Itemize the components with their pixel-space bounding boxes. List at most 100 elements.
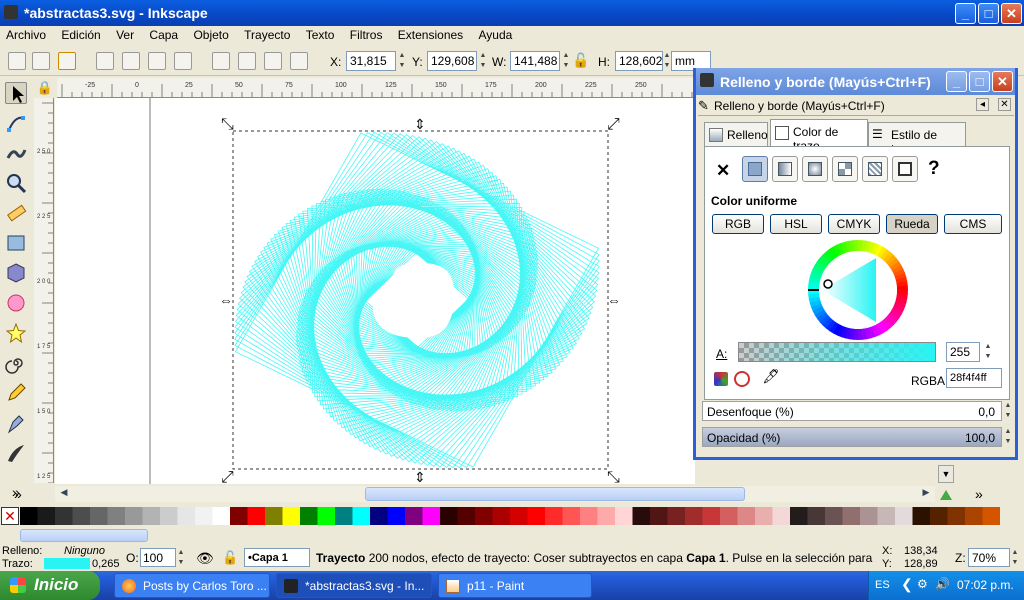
layer-lock-icon[interactable]: 🔓 — [222, 550, 238, 566]
select-all-icon[interactable] — [8, 52, 26, 70]
palette-swatch[interactable] — [440, 507, 458, 525]
flip-horizontal-icon[interactable] — [148, 52, 166, 70]
y-input[interactable]: 129,608 — [427, 51, 477, 71]
measure-tool-icon[interactable] — [5, 202, 27, 224]
rotate-cw-icon[interactable] — [122, 52, 140, 70]
raise-icon[interactable] — [238, 52, 256, 70]
color-wheel[interactable] — [806, 238, 910, 342]
palette-swatch[interactable] — [475, 507, 493, 525]
palette-swatch[interactable] — [195, 507, 213, 525]
x-spinner[interactable]: ▲ ▼ — [397, 51, 407, 71]
palette-swatch[interactable] — [842, 507, 861, 525]
out-of-gamut-icon[interactable] — [734, 371, 750, 387]
blur-slider[interactable]: Desenfoque (%) 0,0 — [702, 401, 1002, 421]
lock-icon[interactable]: 🔓 — [572, 52, 590, 70]
tab-estilo-de-trazo[interactable]: ☰ Estilo de trazo — [868, 122, 966, 156]
raise-to-top-icon[interactable] — [212, 52, 230, 70]
abstract-spiral-drawing[interactable]: ⤡ ⇕ ⤢ ⇔ ⇔ ⤢ ⇕ ⤡ — [55, 98, 695, 484]
flip-vertical-icon[interactable] — [174, 52, 192, 70]
palette-swatch[interactable] — [860, 507, 878, 525]
palette-swatch[interactable] — [807, 507, 826, 525]
zoom-input[interactable]: 70% — [968, 548, 1010, 567]
layer-visibility-eye-icon[interactable]: 👁 — [196, 550, 214, 567]
horizontal-scrollbar[interactable]: ◀ ▶ — [55, 486, 935, 502]
palette-swatch[interactable] — [335, 507, 353, 525]
palette-swatch[interactable] — [947, 507, 966, 525]
w-spinner[interactable]: ▲ ▼ — [561, 51, 571, 71]
palette-swatch[interactable] — [142, 507, 161, 525]
palette-swatch[interactable] — [615, 507, 633, 525]
pattern-button[interactable] — [862, 156, 888, 182]
menu-edicion[interactable]: Edición — [55, 26, 106, 44]
ruler-lock-icon[interactable]: 🔒 — [36, 80, 54, 98]
task-paint[interactable]: p11 - Paint — [438, 573, 592, 598]
rgba-input[interactable]: 28f4f4ff — [946, 368, 1002, 388]
zoom-indicator-icon[interactable] — [938, 488, 954, 502]
palette-scrollbar[interactable] — [0, 528, 1024, 544]
palette-swatch[interactable] — [370, 507, 388, 525]
palette-swatch[interactable] — [720, 507, 738, 525]
palette-swatch[interactable] — [790, 507, 808, 525]
hscroll-thumb[interactable] — [365, 487, 745, 501]
h-input[interactable]: 128,602 — [615, 51, 663, 71]
y-spinner[interactable]: ▲ ▼ — [478, 51, 488, 71]
palette-swatch[interactable] — [667, 507, 686, 525]
palette-swatch[interactable] — [300, 507, 318, 525]
lower-to-bottom-icon[interactable] — [290, 52, 308, 70]
palette-swatch[interactable] — [825, 507, 843, 525]
palette-swatch[interactable] — [405, 507, 423, 525]
calligraphy-tool-icon[interactable] — [5, 442, 27, 464]
palette-swatch[interactable] — [160, 507, 178, 525]
tweak-tool-icon[interactable] — [5, 142, 27, 164]
palette-swatch[interactable] — [545, 507, 563, 525]
hscroll-left-button[interactable]: ◀ — [57, 487, 71, 501]
palette-swatch[interactable] — [55, 507, 73, 525]
vscroll-down-button[interactable]: ▼ — [938, 465, 954, 483]
zoom-tool-icon[interactable] — [5, 172, 27, 194]
palette-swatch[interactable] — [965, 507, 983, 525]
spiral-tool-icon[interactable] — [5, 352, 27, 374]
eyedropper-icon[interactable]: 🖋 — [762, 368, 780, 385]
palette-swatch[interactable] — [755, 507, 773, 525]
palette-swatch[interactable] — [632, 507, 651, 525]
radial-gradient-button[interactable] — [802, 156, 828, 182]
drawing-canvas[interactable]: ⤡ ⇕ ⤢ ⇔ ⇔ ⤢ ⇕ ⤡ — [55, 98, 695, 484]
palette-swatch[interactable] — [422, 507, 441, 525]
palette-swatch[interactable] — [877, 507, 896, 525]
swatch-button[interactable] — [892, 156, 918, 182]
palette-swatch[interactable] — [387, 507, 406, 525]
no-paint-swatch[interactable]: ✕ — [1, 507, 19, 525]
3d-box-tool-icon[interactable] — [5, 262, 27, 284]
palette-swatch[interactable] — [247, 507, 266, 525]
palette-swatch[interactable] — [37, 507, 56, 525]
network-icon[interactable]: ⚙ — [917, 577, 928, 591]
mode-rueda-button[interactable]: Rueda — [886, 214, 938, 234]
lower-icon[interactable] — [264, 52, 282, 70]
toolbox-overflow-chevron-icon[interactable]: » — [14, 486, 22, 502]
palette-swatch[interactable] — [72, 507, 91, 525]
maximize-button[interactable]: □ — [978, 3, 999, 24]
menu-capa[interactable]: Capa — [143, 26, 184, 44]
opacity-slider[interactable]: Opacidad (%) 100,0 — [702, 427, 1002, 447]
dock-close-icon[interactable]: ✕ — [998, 98, 1011, 111]
menu-ayuda[interactable]: Ayuda — [473, 26, 519, 44]
palette-swatch[interactable] — [20, 507, 38, 525]
palette-swatch[interactable] — [212, 507, 231, 525]
color-managed-icon[interactable] — [714, 372, 728, 386]
menu-ver[interactable]: Ver — [110, 26, 140, 44]
menu-texto[interactable]: Texto — [300, 26, 341, 44]
no-paint-button[interactable]: ✕ — [716, 161, 730, 181]
volume-icon[interactable]: 🔊 — [935, 577, 950, 591]
palette-swatch[interactable] — [107, 507, 126, 525]
palette-swatch[interactable] — [177, 507, 196, 525]
w-input[interactable]: 141,488 — [510, 51, 560, 71]
flat-color-button[interactable] — [742, 156, 768, 182]
palette-swatch[interactable] — [912, 507, 931, 525]
zoom-spinner[interactable]: ▲ ▼ — [1010, 548, 1020, 568]
palette-swatch[interactable] — [685, 507, 703, 525]
mode-cms-button[interactable]: CMS — [944, 214, 1002, 234]
tab-relleno[interactable]: Relleno — [704, 122, 768, 146]
node-tool-icon[interactable] — [5, 112, 27, 134]
palette-swatch[interactable] — [457, 507, 476, 525]
palette-swatch[interactable] — [282, 507, 301, 525]
